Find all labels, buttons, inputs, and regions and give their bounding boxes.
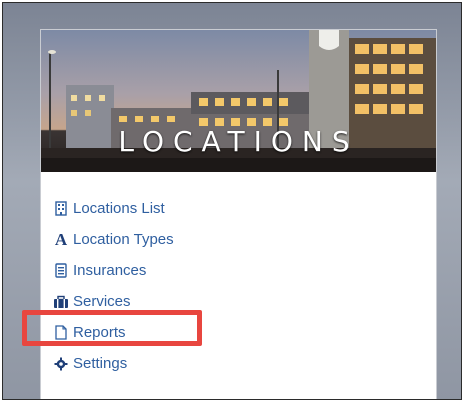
reports-highlight-box (22, 310, 202, 346)
letter-a-icon: A (54, 229, 68, 249)
briefcase-icon (53, 294, 69, 310)
gear-icon (53, 356, 69, 372)
menu-item-label: Locations List (73, 200, 165, 217)
menu-item-insurances[interactable]: Insurances (53, 255, 174, 286)
menu-item-settings[interactable]: Settings (53, 348, 174, 379)
menu-item-label: Settings (73, 355, 128, 372)
locations-menu: Locations List A Location Types Insuranc… (53, 193, 174, 379)
menu-item-label: Insurances (73, 262, 147, 279)
building-icon (53, 201, 69, 217)
menu-item-locations-list[interactable]: Locations List (53, 193, 174, 224)
banner-title: LOCATIONS (118, 125, 359, 158)
menu-item-location-types[interactable]: A Location Types (53, 224, 174, 255)
menu-item-label: Location Types (73, 231, 174, 248)
locations-banner: LOCATIONS (41, 30, 436, 172)
card-icon (53, 263, 69, 279)
window-frame: LOCATIONS Locations List A Location Type… (2, 2, 462, 400)
menu-item-label: Services (73, 293, 131, 310)
